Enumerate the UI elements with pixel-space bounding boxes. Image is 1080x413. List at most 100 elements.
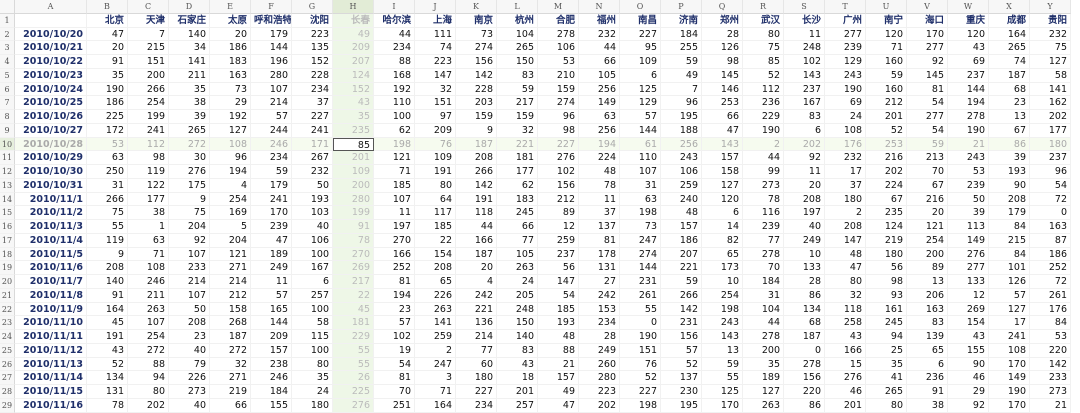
data-cell[interactable]: 69: [948, 55, 989, 69]
city-header-cell[interactable]: 济南: [661, 13, 702, 28]
data-cell[interactable]: 109: [620, 55, 661, 69]
data-cell[interactable]: 156: [456, 55, 497, 69]
data-cell[interactable]: 234: [292, 82, 333, 97]
data-cell[interactable]: 77: [497, 233, 538, 248]
date-cell[interactable]: 2010/11/6: [15, 261, 87, 275]
data-cell[interactable]: 190: [743, 123, 784, 138]
data-cell[interactable]: 20: [456, 261, 497, 275]
date-cell[interactable]: 2010/10/29: [15, 151, 87, 165]
data-cell[interactable]: 195: [661, 110, 702, 124]
data-cell[interactable]: 137: [661, 371, 702, 385]
data-cell[interactable]: 89: [907, 261, 948, 275]
data-cell[interactable]: 265: [866, 385, 907, 399]
row-header-29[interactable]: 29: [0, 398, 15, 413]
data-cell[interactable]: 119: [87, 233, 128, 248]
data-cell[interactable]: 263: [415, 302, 456, 317]
data-cell[interactable]: 77: [456, 343, 497, 358]
data-cell[interactable]: 180: [292, 398, 333, 413]
data-cell[interactable]: 237: [1030, 151, 1071, 165]
data-cell[interactable]: 202: [866, 165, 907, 179]
column-header-R[interactable]: R: [743, 0, 784, 14]
data-cell[interactable]: 54: [907, 123, 948, 138]
data-cell[interactable]: 160: [866, 82, 907, 97]
data-cell[interactable]: 90: [989, 178, 1030, 193]
data-cell[interactable]: 145: [907, 68, 948, 83]
data-cell[interactable]: 97: [415, 110, 456, 124]
data-cell[interactable]: 271: [210, 261, 251, 275]
data-cell[interactable]: 200: [128, 68, 169, 83]
data-cell[interactable]: 165: [251, 302, 292, 317]
data-cell[interactable]: 90: [948, 357, 989, 372]
data-cell[interactable]: 66: [497, 220, 538, 234]
date-cell[interactable]: 2010/10/24: [15, 82, 87, 97]
data-cell[interactable]: 43: [333, 96, 374, 110]
data-cell[interactable]: 96: [538, 110, 579, 124]
data-cell[interactable]: 83: [497, 343, 538, 358]
data-cell[interactable]: 108: [210, 137, 251, 152]
row-header-11[interactable]: 11: [0, 151, 15, 165]
data-cell[interactable]: 192: [374, 82, 415, 97]
data-cell[interactable]: 86: [784, 398, 825, 413]
data-cell[interactable]: 45: [333, 302, 374, 317]
data-cell[interactable]: 265: [497, 41, 538, 55]
row-header-19[interactable]: 19: [0, 261, 15, 275]
data-cell[interactable]: 92: [907, 55, 948, 69]
data-cell[interactable]: 243: [702, 316, 743, 330]
data-cell[interactable]: 20: [87, 41, 128, 55]
data-cell[interactable]: 56: [866, 261, 907, 275]
data-cell[interactable]: 60: [456, 357, 497, 372]
data-cell[interactable]: 59: [661, 55, 702, 69]
data-cell[interactable]: 226: [169, 371, 210, 385]
data-cell[interactable]: 249: [784, 233, 825, 248]
data-cell[interactable]: 237: [948, 68, 989, 83]
data-cell[interactable]: 235: [866, 206, 907, 220]
data-cell[interactable]: 257: [497, 398, 538, 413]
data-cell[interactable]: 48: [825, 247, 866, 262]
data-cell[interactable]: 159: [497, 110, 538, 124]
data-cell[interactable]: 277: [907, 41, 948, 55]
data-cell[interactable]: 248: [497, 302, 538, 317]
data-cell[interactable]: 44: [743, 151, 784, 165]
data-cell[interactable]: 157: [251, 343, 292, 358]
data-cell[interactable]: 278: [538, 27, 579, 42]
data-cell[interactable]: 246: [251, 137, 292, 152]
data-cell[interactable]: 254: [702, 288, 743, 303]
data-cell[interactable]: 190: [620, 330, 661, 344]
data-cell[interactable]: 234: [251, 151, 292, 165]
data-cell[interactable]: 276: [825, 371, 866, 385]
data-cell[interactable]: 208: [415, 261, 456, 275]
data-cell[interactable]: 149: [948, 233, 989, 248]
data-cell[interactable]: 202: [1030, 110, 1071, 124]
data-cell[interactable]: 239: [251, 220, 292, 234]
row-header-9[interactable]: 9: [0, 123, 15, 138]
data-cell[interactable]: 127: [702, 178, 743, 193]
data-cell[interactable]: 223: [292, 27, 333, 42]
data-cell[interactable]: 107: [251, 82, 292, 97]
data-cell[interactable]: 187: [456, 247, 497, 262]
date-cell[interactable]: 2010/11/13: [15, 357, 87, 372]
data-cell[interactable]: 184: [661, 27, 702, 42]
data-cell[interactable]: 235: [333, 123, 374, 138]
data-cell[interactable]: 87: [1030, 233, 1071, 248]
data-cell[interactable]: 187: [989, 68, 1030, 83]
data-cell[interactable]: 232: [292, 165, 333, 179]
data-cell[interactable]: 272: [128, 343, 169, 358]
data-cell[interactable]: 75: [1030, 41, 1071, 55]
data-cell[interactable]: 274: [538, 96, 579, 110]
city-header-cell[interactable]: 石家庄: [169, 13, 210, 28]
data-cell[interactable]: 44: [579, 41, 620, 55]
data-cell[interactable]: 107: [169, 288, 210, 303]
row-header-5[interactable]: 5: [0, 68, 15, 83]
data-cell[interactable]: 227: [538, 137, 579, 152]
data-cell[interactable]: 86: [784, 288, 825, 303]
row-header-3[interactable]: 3: [0, 41, 15, 55]
data-cell[interactable]: 141: [169, 55, 210, 69]
data-cell[interactable]: 100: [292, 343, 333, 358]
data-cell[interactable]: 274: [456, 41, 497, 55]
city-header-cell[interactable]: 海口: [907, 13, 948, 28]
data-cell[interactable]: 104: [497, 27, 538, 42]
data-cell[interactable]: 115: [292, 330, 333, 344]
data-cell[interactable]: 100: [292, 302, 333, 317]
date-cell[interactable]: 2010/10/23: [15, 68, 87, 83]
data-cell[interactable]: 104: [743, 302, 784, 317]
